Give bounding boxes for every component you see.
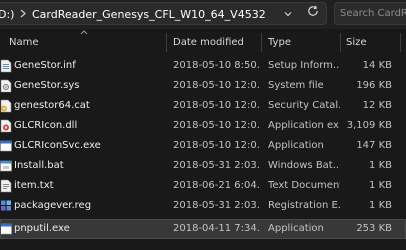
- file-type: Application: [268, 140, 324, 151]
- file-row[interactable]: genestor64.cat 2018-05-10 12:0... Securi…: [0, 96, 406, 116]
- file-row[interactable]: Install.bat 2018-05-31 2:03... Windows B…: [0, 156, 406, 176]
- security-catalog-icon: [0, 99, 12, 113]
- file-row[interactable]: item.txt 2018-06-21 6:04... Text Documen…: [0, 176, 406, 196]
- file-date-modified: 2018-05-10 12:0...: [173, 120, 261, 131]
- file-type: Windows Bat...: [268, 160, 340, 171]
- file-name: item.txt: [14, 180, 54, 191]
- column-divider[interactable]: [166, 33, 167, 52]
- file-size: 1 KB: [369, 160, 392, 171]
- column-header-size[interactable]: Size: [346, 29, 367, 56]
- file-name: pnputil.exe: [14, 223, 70, 234]
- refresh-icon[interactable]: [306, 4, 320, 18]
- file-size: 1 KB: [369, 200, 392, 211]
- file-date-modified: 2018-05-31 2:03...: [173, 200, 261, 211]
- sort-ascending-icon: [80, 30, 88, 35]
- application-icon: [0, 140, 12, 152]
- column-header-row: Name Date modified Type Size: [0, 29, 406, 56]
- file-row[interactable]: GLCRIcon.dll 2018-05-10 12:0... Applicat…: [0, 116, 406, 136]
- batch-file-icon: [0, 160, 12, 172]
- file-date-modified: 2018-06-21 6:04...: [173, 180, 261, 191]
- file-date-modified: 2018-05-10 12:0...: [173, 80, 261, 91]
- file-date-modified: 2018-05-31 2:03...: [173, 160, 261, 171]
- text-file-icon: [0, 179, 12, 193]
- file-name: GLCRIcon.dll: [14, 120, 78, 131]
- file-type: System file: [268, 80, 324, 91]
- file-size: 253 KB: [356, 223, 392, 234]
- address-bar-area: D:) CardReader_Genesys_CFL_W10_64_V4532: [0, 0, 406, 29]
- file-size: 14 KB: [362, 60, 392, 71]
- file-row-selected[interactable]: pnputil.exe 2018-04-11 7:34... Applicati…: [0, 219, 406, 239]
- file-date-modified: 2018-05-10 8:50...: [173, 60, 261, 71]
- application-icon: [0, 223, 12, 235]
- file-type: Application: [268, 223, 324, 234]
- registry-file-icon: [1, 200, 11, 211]
- file-name: Install.bat: [14, 160, 64, 171]
- column-divider[interactable]: [261, 33, 262, 52]
- system-file-icon: [0, 79, 12, 93]
- file-type: Application ex...: [268, 120, 340, 131]
- file-row[interactable]: packagever.reg 2018-05-31 2:03... Regist…: [0, 196, 406, 216]
- file-name: GeneStor.inf: [14, 60, 76, 71]
- column-header-type[interactable]: Type: [268, 29, 291, 56]
- column-header-date[interactable]: Date modified: [173, 29, 244, 56]
- search-box[interactable]: [334, 2, 406, 25]
- file-size: 3,109 KB: [346, 120, 392, 131]
- file-row[interactable]: GeneStor.inf 2018-05-10 8:50... Setup In…: [0, 56, 406, 76]
- file-type: Text Document: [268, 180, 340, 191]
- file-name: GLCRIconSvc.exe: [14, 140, 101, 151]
- chevron-down-icon[interactable]: [283, 9, 293, 19]
- chevron-right-icon[interactable]: [18, 7, 28, 20]
- file-name: GeneStor.sys: [14, 80, 80, 91]
- search-input[interactable]: [340, 6, 406, 21]
- dll-file-icon: [0, 119, 12, 133]
- file-type: Setup Inform...: [268, 60, 340, 71]
- file-date-modified: 2018-04-11 7:34...: [173, 223, 261, 234]
- file-date-modified: 2018-05-10 12:0...: [173, 140, 261, 151]
- column-divider[interactable]: [400, 33, 401, 52]
- file-size: 196 KB: [356, 80, 392, 91]
- file-row[interactable]: GeneStor.sys 2018-05-10 12:0... System f…: [0, 76, 406, 96]
- file-size: 147 KB: [356, 140, 392, 151]
- setup-info-file-icon: [0, 59, 12, 73]
- file-size: 12 KB: [362, 100, 392, 111]
- address-bar[interactable]: D:) CardReader_Genesys_CFL_W10_64_V4532: [0, 2, 327, 25]
- file-name: packagever.reg: [14, 200, 92, 211]
- file-name: genestor64.cat: [14, 100, 90, 111]
- breadcrumb-drive[interactable]: D:): [0, 8, 14, 21]
- file-date-modified: 2018-05-10 12:0...: [173, 100, 261, 111]
- file-type: Security Catal...: [268, 100, 340, 111]
- file-type: Registration E...: [268, 200, 340, 211]
- file-row[interactable]: GLCRIconSvc.exe 2018-05-10 12:0... Appli…: [0, 136, 406, 156]
- file-size: 1 KB: [369, 180, 392, 191]
- breadcrumb-folder[interactable]: CardReader_Genesys_CFL_W10_64_V4532: [32, 8, 266, 21]
- column-divider[interactable]: [340, 33, 341, 52]
- column-header-name[interactable]: Name: [9, 29, 39, 56]
